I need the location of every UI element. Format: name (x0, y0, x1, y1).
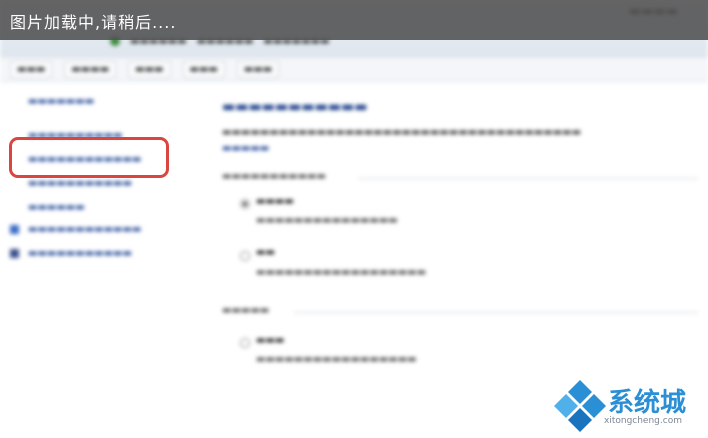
option-title: ▬▬▬ (256, 335, 285, 346)
option-title: ▬▬▬▬ (256, 196, 294, 207)
section-label: ▬▬▬▬▬▬▬▬▬▬▬ (222, 171, 326, 182)
option-description: ▬▬▬▬▬▬▬▬▬▬▬▬▬▬▬ (256, 215, 398, 226)
menu-item[interactable]: ▬▬▬ (182, 61, 225, 78)
watermark-brand: 系统城 (608, 388, 687, 418)
option-description: ▬▬▬▬▬▬▬▬▬▬▬▬▬▬▬▬▬ (256, 354, 417, 365)
blurred-screenshot: ▬▬▬▬ ▬▬ ▬▬▬▬ ▬▬ ▬▬▬▬ ▬▬▬ ▬▬▬ ▬ ▬▬▬ ▬▬▬ ▬ ▬▬ ▬ … (0, 0, 708, 438)
nav-link[interactable]: ▬▬▬▬▬▬▬▬▬▬▬ (28, 178, 132, 189)
site-watermark: 系统城 xitongcheng.com (552, 378, 702, 434)
watermark-logo-icon (554, 380, 606, 432)
nav-link[interactable]: ▬▬▬▬▬▬▬▬▬▬▬▬ (28, 224, 141, 235)
description-link[interactable]: ▬▬▬▬▬ (222, 143, 269, 154)
loading-text: 图片加载中,请稍后.... (10, 13, 177, 32)
section-label: ▬▬▬▬▬ (222, 305, 270, 316)
option-description: ▬▬▬▬▬▬▬▬▬▬▬▬▬▬▬▬▬▬ (256, 267, 427, 278)
menu-item[interactable]: ▬▬▬▬ (64, 61, 117, 78)
user-accounts-icon (10, 249, 19, 258)
left-task-pane: ▬▬▬▬▬▬▬ ▬▬▬▬▬▬▬▬▬▬ ▬▬▬▬▬▬▬▬▬▬▬▬ ▬▬▬▬▬▬▬▬… (0, 86, 200, 286)
page-title: ▬▬▬▬▬▬▬▬▬▬▬ (222, 99, 368, 115)
section-divider (294, 312, 698, 313)
option-radio-selected[interactable] (240, 199, 250, 209)
section-divider (358, 178, 698, 179)
page-description: ▬▬▬▬▬▬▬▬▬▬▬▬▬▬▬▬▬▬▬▬▬▬▬▬▬▬▬▬▬▬▬▬▬▬▬▬▬▬ (222, 127, 582, 138)
watermark-url: xitongcheng.com (604, 416, 682, 426)
main-content: ▬▬▬▬▬▬▬▬▬▬▬ ▬▬▬▬▬▬▬▬▬▬▬▬▬▬▬▬▬▬▬▬▬▬▬▬▬▬▬▬… (222, 95, 708, 425)
option-title: ▬▬ (256, 247, 275, 258)
menu-item[interactable]: ▬▬▬ (128, 61, 171, 78)
menu-item[interactable]: ▬▬▬ (10, 61, 53, 78)
nav-link[interactable]: ▬▬▬▬▬▬▬▬▬▬▬ (28, 248, 132, 259)
nav-link[interactable]: ▬▬▬▬▬▬ (28, 202, 85, 213)
nav-link[interactable]: ▬▬▬▬▬▬▬ (28, 96, 94, 107)
red-highlight-box (9, 137, 169, 178)
image-loading-overlay: 图片加载中,请稍后.... (0, 0, 708, 40)
menu-bar: ▬▬▬ ▬▬▬▬ ▬▬▬ ▬▬▬ ▬▬▬ (0, 58, 708, 82)
menu-item[interactable]: ▬▬▬ (236, 61, 280, 78)
option-radio[interactable] (240, 338, 250, 348)
option-radio[interactable] (240, 251, 250, 261)
shield-icon (10, 225, 19, 234)
